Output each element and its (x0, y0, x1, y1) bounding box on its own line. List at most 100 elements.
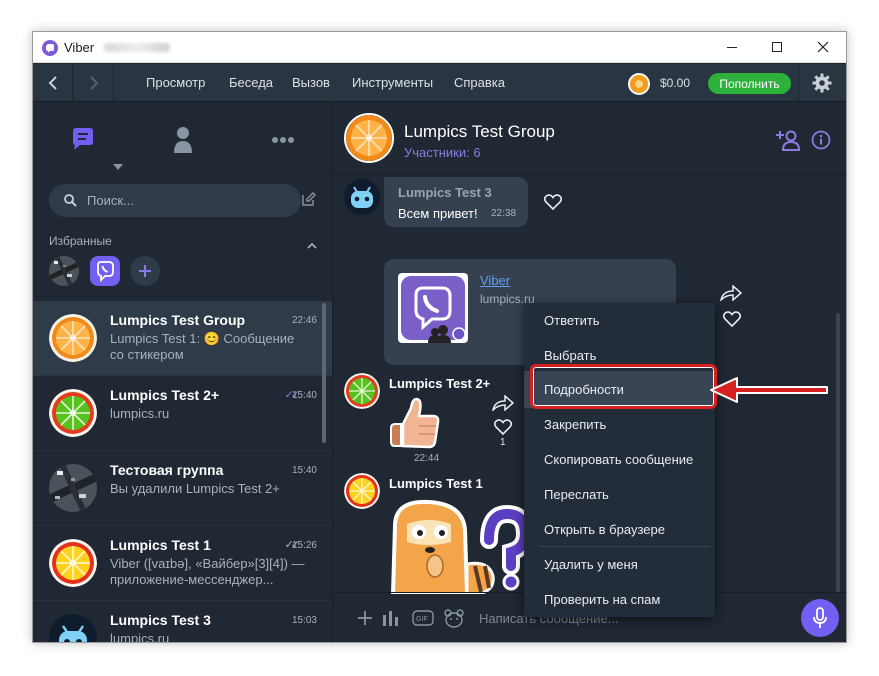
sidebar-scrollbar[interactable] (322, 303, 326, 443)
contacts-tab-icon[interactable] (163, 120, 203, 160)
chat-time: 15:03 (291, 615, 317, 626)
thumbs-up-sticker[interactable] (389, 394, 441, 455)
avatar-traffic-photo (49, 464, 97, 512)
sticker-bear-icon[interactable] (444, 608, 464, 633)
back-arrow-icon[interactable] (33, 64, 73, 102)
compose-new-chat-icon[interactable] (302, 192, 316, 211)
add-favorite-plus-icon[interactable] (130, 256, 160, 286)
message-text: Всем привет! (398, 206, 478, 221)
add-participant-icon[interactable] (776, 129, 801, 156)
link-title[interactable]: Viber (480, 273, 510, 288)
menu-help[interactable]: Справка (454, 75, 505, 90)
avatar-orange-icon (49, 314, 97, 362)
viber-link-thumbnail-icon (398, 273, 468, 343)
viber-logo-icon (42, 40, 58, 56)
chat-time: 15:40 (291, 390, 317, 401)
message-time: 22:38 (491, 208, 517, 219)
more-options-icon[interactable] (263, 120, 303, 160)
microphone-button[interactable] (801, 599, 839, 637)
viber-window: Viber Просмотр Беседа Вызов Инструменты … (32, 31, 847, 643)
search-placeholder: Поиск... (87, 193, 134, 208)
chat-preview: Viber ([vaɪbə], «Вайбер»[3][4]) — прилож… (110, 556, 305, 587)
chats-dropdown-chevron-icon[interactable] (113, 157, 123, 175)
message-sender: Lumpics Test 1 (389, 476, 483, 491)
menu-item-reply[interactable]: Ответить (524, 303, 715, 338)
like-count: 1 (500, 437, 506, 448)
chat-name: Lumpics Test Group (110, 312, 246, 328)
message-sender: Lumpics Test 2+ (389, 376, 491, 391)
raccoon-question-sticker[interactable] (389, 494, 539, 599)
chat-name: Тестовая группа (110, 462, 224, 478)
svg-text:GIF: GIF (416, 616, 428, 623)
message-time: 22:44 (414, 453, 440, 464)
chat-row-lumpics-test-2[interactable]: Lumpics Test 2+ lumpics.ru ✓✓ 15:40 (33, 376, 332, 451)
title-bar: Viber (33, 32, 846, 63)
chat-scrollbar[interactable] (836, 313, 840, 593)
avatar-lemon-icon (49, 539, 97, 587)
poll-chart-icon[interactable] (382, 609, 400, 632)
favorite-avatar-traffic[interactable] (49, 256, 79, 286)
chat-preview: lumpics.ru (110, 406, 170, 421)
close-button[interactable] (800, 32, 845, 62)
collapse-favorites-chevron-icon[interactable] (307, 236, 317, 254)
chat-name: Lumpics Test 1 (110, 537, 211, 553)
menu-item-forward[interactable]: Переслать (524, 477, 715, 512)
like-heart-icon[interactable] (543, 194, 563, 215)
chat-name: Lumpics Test 3 (110, 612, 211, 628)
sender-avatar-lime[interactable] (344, 373, 380, 409)
chat-row-test-group[interactable]: Тестовая группа Вы удалили Lumpics Test … (33, 451, 332, 526)
share-arrow-icon[interactable] (719, 284, 743, 306)
menu-conversation[interactable]: Беседа (229, 75, 273, 90)
sender-avatar-lemon[interactable] (344, 473, 380, 509)
chats-tab-icon[interactable] (63, 120, 103, 160)
chat-name: Lumpics Test 2+ (110, 387, 220, 403)
sender-avatar-robot[interactable] (344, 179, 380, 215)
menu-item-copy-message[interactable]: Скопировать сообщение (524, 442, 715, 477)
avatar-lime-icon (49, 389, 97, 437)
chat-header: Lumpics Test Group Участники: 6 (334, 103, 846, 175)
chat-row-lumpics-test-group[interactable]: Lumpics Test Group Lumpics Test 1: 😊 Соо… (33, 301, 332, 376)
viber-out-coin-icon (628, 73, 650, 95)
forward-arrow-icon[interactable] (74, 64, 114, 102)
chat-preview: Lumpics Test 1: 😊 Сообщение со стикером (110, 331, 295, 362)
menu-item-pin[interactable]: Закрепить (524, 407, 715, 442)
balance-amount: $0.00 (660, 76, 691, 90)
menubar-divider (798, 64, 799, 102)
menu-item-delete-for-me[interactable]: Удалить у меня (524, 547, 715, 582)
menu-item-report-spam[interactable]: Проверить на спам (524, 582, 715, 617)
search-input[interactable]: Поиск... (49, 184, 301, 217)
chat-title: Lumpics Test Group (404, 122, 555, 141)
chat-time: 15:40 (291, 465, 317, 476)
participants-count[interactable]: Участники: 6 (404, 145, 481, 160)
minimize-button[interactable] (709, 32, 754, 62)
menu-item-open-in-browser[interactable]: Открыть в браузере (524, 512, 715, 547)
maximize-button[interactable] (754, 32, 799, 62)
info-icon[interactable] (811, 130, 831, 155)
menu-view[interactable]: Просмотр (146, 75, 205, 90)
chat-row-lumpics-test-1[interactable]: Lumpics Test 1 Viber ([vaɪbə], «Вайбер»[… (33, 526, 332, 601)
microphone-icon (813, 607, 827, 628)
window-title: Viber (64, 40, 95, 55)
annotation-highlight-box (530, 364, 717, 409)
message-sender: Lumpics Test 3 (398, 185, 492, 200)
chat-preview: Вы удалили Lumpics Test 2+ (110, 481, 280, 496)
favorite-viber-icon[interactable] (90, 256, 120, 286)
blurred-account-name (104, 43, 170, 52)
share-arrow-icon[interactable] (491, 394, 515, 416)
search-icon (64, 194, 77, 207)
settings-gear-icon[interactable] (812, 73, 832, 98)
chat-time: 15:26 (291, 540, 317, 551)
avatar-robot-icon (49, 614, 97, 642)
message-bubble[interactable]: Lumpics Test 3 Всем привет! 22:38 (384, 177, 528, 227)
chat-row-lumpics-test-3[interactable]: Lumpics Test 3 lumpics.ru 15:03 (33, 601, 332, 643)
chat-preview: lumpics.ru (110, 631, 170, 643)
menu-call[interactable]: Вызов (292, 75, 330, 90)
menu-bar: Просмотр Беседа Вызов Инструменты Справк… (33, 64, 846, 102)
like-heart-icon[interactable] (722, 311, 742, 332)
gif-icon[interactable]: GIF (412, 610, 434, 631)
menu-tools[interactable]: Инструменты (352, 75, 433, 90)
message-context-menu: Ответить Выбрать Подробности Закрепить С… (524, 303, 715, 617)
group-avatar-orange-icon[interactable] (344, 113, 394, 163)
attach-plus-icon[interactable] (357, 610, 373, 631)
top-up-button[interactable]: Пополнить (708, 73, 791, 94)
